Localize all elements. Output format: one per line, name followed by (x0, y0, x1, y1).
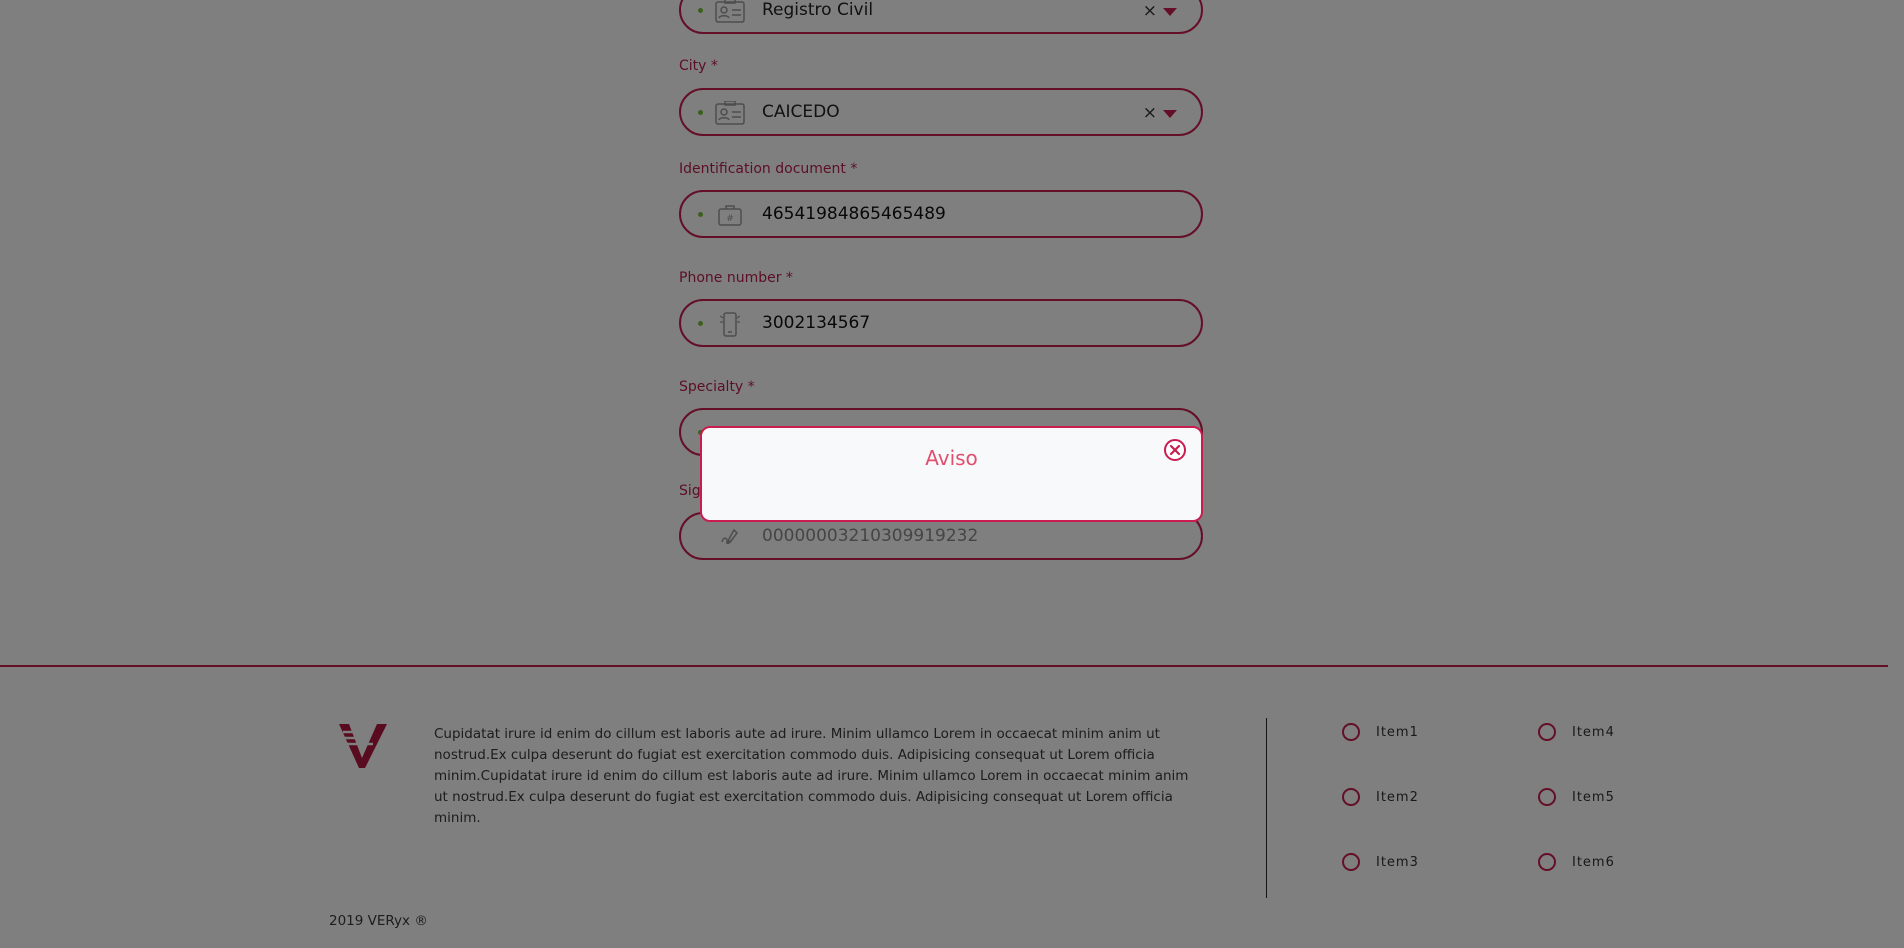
dialog-title: Aviso (925, 446, 978, 470)
page: Registro Civil × City * CAICEDO × Identi… (0, 0, 1904, 948)
close-circle-icon[interactable] (1163, 438, 1187, 462)
notice-dialog: Aviso (700, 426, 1203, 522)
